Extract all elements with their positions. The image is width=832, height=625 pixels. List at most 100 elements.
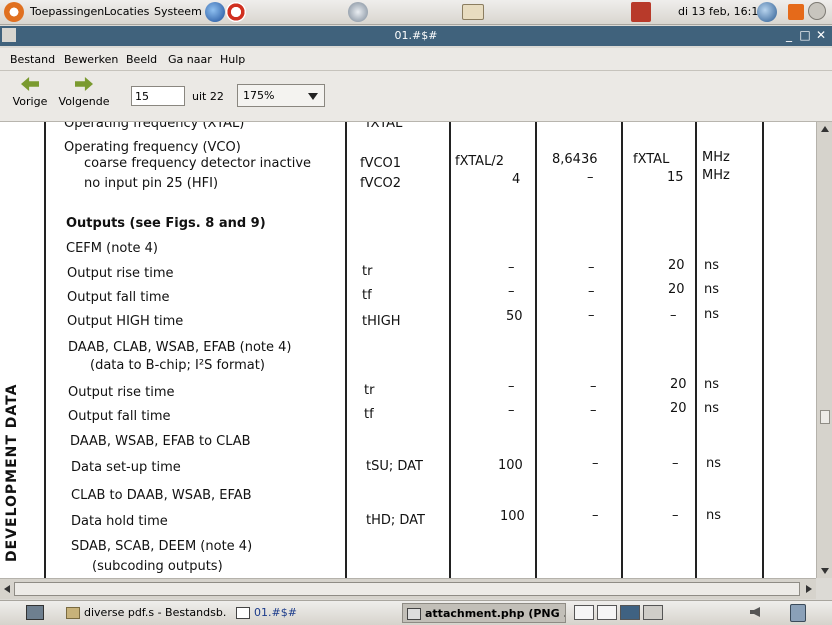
row-unit: ns	[704, 282, 720, 297]
row-label: CLAB to DAAB, WSAB, EFAB	[71, 488, 252, 503]
row-symbol: fVCO2	[360, 176, 402, 191]
clock[interactable]: di 13 feb, 16:14	[678, 5, 765, 18]
chevron-down-icon	[308, 93, 318, 100]
column-rule	[449, 122, 451, 578]
row-typ: –	[590, 379, 597, 394]
row-symbol: fVCO1	[360, 156, 402, 171]
window-titlebar[interactable]: 01.#$# _ □ ✕	[0, 26, 832, 46]
row-label: no input pin 25 (HFI)	[84, 176, 219, 191]
row-max: fXTAL	[633, 152, 670, 167]
row-label: Data set-up time	[71, 460, 181, 475]
page-number-input[interactable]: 15	[131, 86, 185, 106]
update-globe-icon[interactable]	[757, 2, 777, 22]
row-max: –	[670, 308, 677, 323]
row-label: Output fall time	[67, 290, 170, 305]
row-typ: –	[588, 260, 595, 275]
row-label: coarse frequency detector inactive	[84, 156, 312, 171]
column-rule	[535, 122, 537, 578]
task-label: attachment.php (PNG ...	[425, 607, 566, 620]
row-label: SDAB, SCAB, DEEM (note 4)	[71, 539, 253, 554]
row-min: fXTAL/2	[455, 154, 504, 169]
previous-page-label: Vorige	[12, 95, 48, 108]
row-min: –	[508, 260, 515, 275]
row-label: (subcoding outputs)	[92, 559, 223, 574]
next-page-button[interactable]: Volgende	[58, 75, 110, 108]
window-title: 01.#$#	[394, 29, 438, 42]
menu-view[interactable]: Beeld	[126, 53, 157, 66]
column-rule	[621, 122, 623, 578]
row-unit: ns	[704, 307, 720, 322]
row-typ: 8,6436	[552, 152, 598, 167]
row-label: DAAB, CLAB, WSAB, EFAB (note 4)	[68, 340, 292, 355]
document-view[interactable]: DEVELOPMENT DATA Operating frequency (XT…	[0, 122, 816, 578]
scroll-left-icon[interactable]	[4, 585, 10, 593]
logout-icon[interactable]	[631, 2, 651, 22]
row-symbol: tHD; DAT	[366, 513, 426, 528]
row-unit: ns	[706, 456, 722, 471]
workspace-4[interactable]	[643, 605, 663, 620]
row-typ: –	[588, 308, 595, 323]
horizontal-scroll-thumb[interactable]	[14, 582, 800, 596]
menu-edit[interactable]: Bewerken	[64, 53, 118, 66]
menu-file[interactable]: Bestand	[10, 53, 55, 66]
row-typ: –	[590, 403, 597, 418]
scroll-up-icon[interactable]	[821, 126, 829, 132]
row-label: Outputs (see Figs. 8 and 9)	[66, 216, 266, 231]
row-unit: ns	[704, 258, 720, 273]
menu-applications[interactable]: Toepassingen	[30, 5, 104, 18]
launcher-icon[interactable]	[348, 2, 368, 22]
row-symbol: tr	[362, 264, 373, 279]
ubuntu-logo-icon[interactable]	[4, 2, 24, 22]
horizontal-scrollbar[interactable]	[0, 578, 816, 599]
mail-envelope-icon[interactable]	[462, 4, 484, 20]
workspace-1[interactable]	[574, 605, 594, 620]
zoom-select[interactable]: 175%	[237, 84, 325, 107]
browser-globe-icon[interactable]	[205, 2, 225, 22]
task-file-browser[interactable]: diverse pdf.s - Bestandsb...	[62, 603, 226, 623]
row-label: Operating frequency (VCO)	[64, 140, 241, 155]
workspace-2[interactable]	[597, 605, 617, 620]
notification-icon[interactable]	[788, 4, 804, 20]
task-document-viewer[interactable]: 01.#$#	[232, 603, 396, 623]
menu-help[interactable]: Hulp	[220, 53, 245, 66]
row-label: Output HIGH time	[67, 314, 184, 329]
menu-go[interactable]: Ga naar	[168, 53, 212, 66]
menu-system[interactable]: Systeem	[154, 5, 202, 18]
help-lifebuoy-icon[interactable]	[226, 2, 246, 22]
row-label: (data to B-chip; I²S format)	[90, 358, 265, 373]
row-min: 100	[500, 509, 525, 524]
scroll-down-icon[interactable]	[821, 568, 829, 574]
row-max: 15	[667, 170, 684, 185]
vertical-scroll-thumb[interactable]	[820, 410, 830, 424]
row-typ: –	[588, 284, 595, 299]
row-label: CEFM (note 4)	[66, 241, 158, 256]
menu-places[interactable]: Locaties	[104, 5, 149, 18]
maximize-icon[interactable]: □	[798, 28, 812, 42]
previous-page-button[interactable]: Vorige	[10, 75, 50, 108]
row-label: Data hold time	[71, 514, 168, 529]
page-total: uit 22	[192, 90, 224, 103]
next-page-label: Volgende	[58, 95, 110, 108]
trash-icon[interactable]	[790, 604, 806, 622]
side-label: DEVELOPMENT DATA	[4, 383, 20, 562]
row-symbol: tSU; DAT	[366, 459, 423, 474]
workspace-3[interactable]	[620, 605, 640, 620]
minimize-icon[interactable]: _	[782, 28, 796, 42]
menubar: Bestand Bewerken Beeld Ga naar Hulp	[0, 48, 832, 71]
task-label: 01.#$#	[254, 606, 297, 619]
row-typ: –	[592, 456, 599, 471]
close-icon[interactable]: ✕	[814, 28, 828, 42]
show-desktop-icon[interactable]	[26, 605, 44, 620]
task-image-viewer[interactable]: attachment.php (PNG ...	[402, 603, 566, 623]
row-max: 20	[670, 377, 687, 392]
row-label: Output rise time	[67, 266, 174, 281]
row-min: 50	[506, 309, 523, 324]
row-label: Operating frequency (XTAL)	[64, 122, 245, 131]
row-label: Output rise time	[68, 385, 175, 400]
vertical-scrollbar[interactable]	[816, 122, 832, 578]
row-unit: MHz	[702, 168, 730, 183]
scroll-right-icon[interactable]	[806, 585, 812, 593]
power-icon[interactable]	[808, 2, 826, 20]
arrow-right-icon	[75, 77, 93, 91]
volume-icon[interactable]	[750, 607, 760, 617]
